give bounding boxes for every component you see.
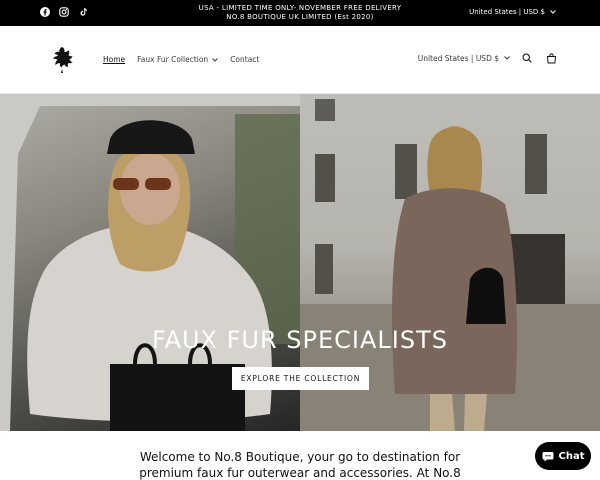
welcome-text: Welcome to No.8 Boutique, your go to des… [130,449,470,480]
search-icon[interactable] [520,51,534,65]
main-nav: Home Faux Fur Collection Contact [103,55,259,64]
announcement-text: USA - LIMITED TIME ONLY- NOVEMBER FREE D… [150,4,450,22]
explore-collection-button[interactable]: EXPLORE THE COLLECTION [232,367,369,390]
hero-banner: FAUX FUR SPECIALISTS EXPLORE THE COLLECT… [0,94,600,431]
chevron-down-icon [212,57,219,62]
welcome-line-2: premium faux fur outerwear and accessori… [139,466,461,480]
announcement-currency-label: United States | USD $ [469,8,545,16]
chevron-down-icon [550,10,556,14]
tiktok-icon[interactable] [78,7,88,17]
nav-faux-fur-label: Faux Fur Collection [137,55,209,64]
welcome-line-1: Welcome to No.8 Boutique, your go to des… [139,450,461,464]
social-links [40,7,88,17]
site-header: Home Faux Fur Collection Contact United … [0,26,600,94]
chat-bubble-icon [542,451,553,461]
announcement-currency-selector[interactable]: United States | USD $ [469,8,556,16]
nav-contact[interactable]: Contact [230,55,259,64]
facebook-icon[interactable] [40,7,50,17]
hero-title: FAUX FUR SPECIALISTS [151,326,449,354]
nav-home[interactable]: Home [103,55,125,64]
header-currency-selector[interactable]: United States | USD $ [418,54,510,63]
announcement-bar: USA - LIMITED TIME ONLY- NOVEMBER FREE D… [0,0,600,26]
instagram-icon[interactable] [59,7,69,17]
header-actions: United States | USD $ [418,51,558,65]
chat-label: Chat [558,450,585,462]
brand-logo[interactable] [48,44,76,74]
announcement-line-1: USA - LIMITED TIME ONLY- NOVEMBER FREE D… [198,4,402,12]
chat-button[interactable]: Chat [535,442,591,470]
announcement-line-2: NO.8 BOUTIQUE UK LIMITED (Est 2020) [226,13,374,21]
chevron-down-icon [504,56,510,60]
header-currency-label: United States | USD $ [417,53,499,63]
cart-icon[interactable] [544,51,558,65]
nav-faux-fur-collection[interactable]: Faux Fur Collection [137,55,219,64]
